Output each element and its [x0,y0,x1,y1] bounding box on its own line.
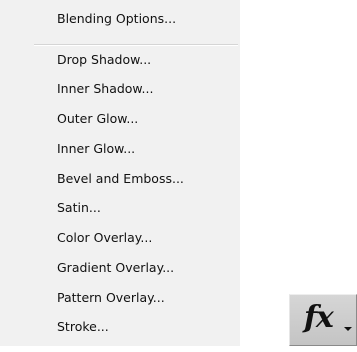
menu-item-drop-shadow[interactable]: Drop Shadow... [57,52,151,68]
menu-item-gradient-overlay[interactable]: Gradient Overlay... [57,260,174,276]
menu-separator [34,44,238,46]
fx-layer-style-icon: fx [304,300,334,335]
layer-style-menu: Blending Options... Drop Shadow... Inner… [0,0,240,346]
menu-item-stroke[interactable]: Stroke... [57,319,109,335]
dropdown-arrow-icon [344,327,352,331]
menu-item-outer-glow[interactable]: Outer Glow... [57,111,138,127]
menu-item-bevel-and-emboss[interactable]: Bevel and Emboss... [57,171,184,187]
menu-item-satin[interactable]: Satin... [57,200,101,216]
menu-item-pattern-overlay[interactable]: Pattern Overlay... [57,290,165,306]
menu-icon-gutter [0,0,31,346]
menu-item-color-overlay[interactable]: Color Overlay... [57,230,152,246]
menu-item-blending-options[interactable]: Blending Options... [57,11,176,27]
menu-item-inner-shadow[interactable]: Inner Shadow... [57,81,153,97]
add-layer-style-button[interactable]: fx [289,294,357,346]
menu-item-inner-glow[interactable]: Inner Glow... [57,141,135,157]
